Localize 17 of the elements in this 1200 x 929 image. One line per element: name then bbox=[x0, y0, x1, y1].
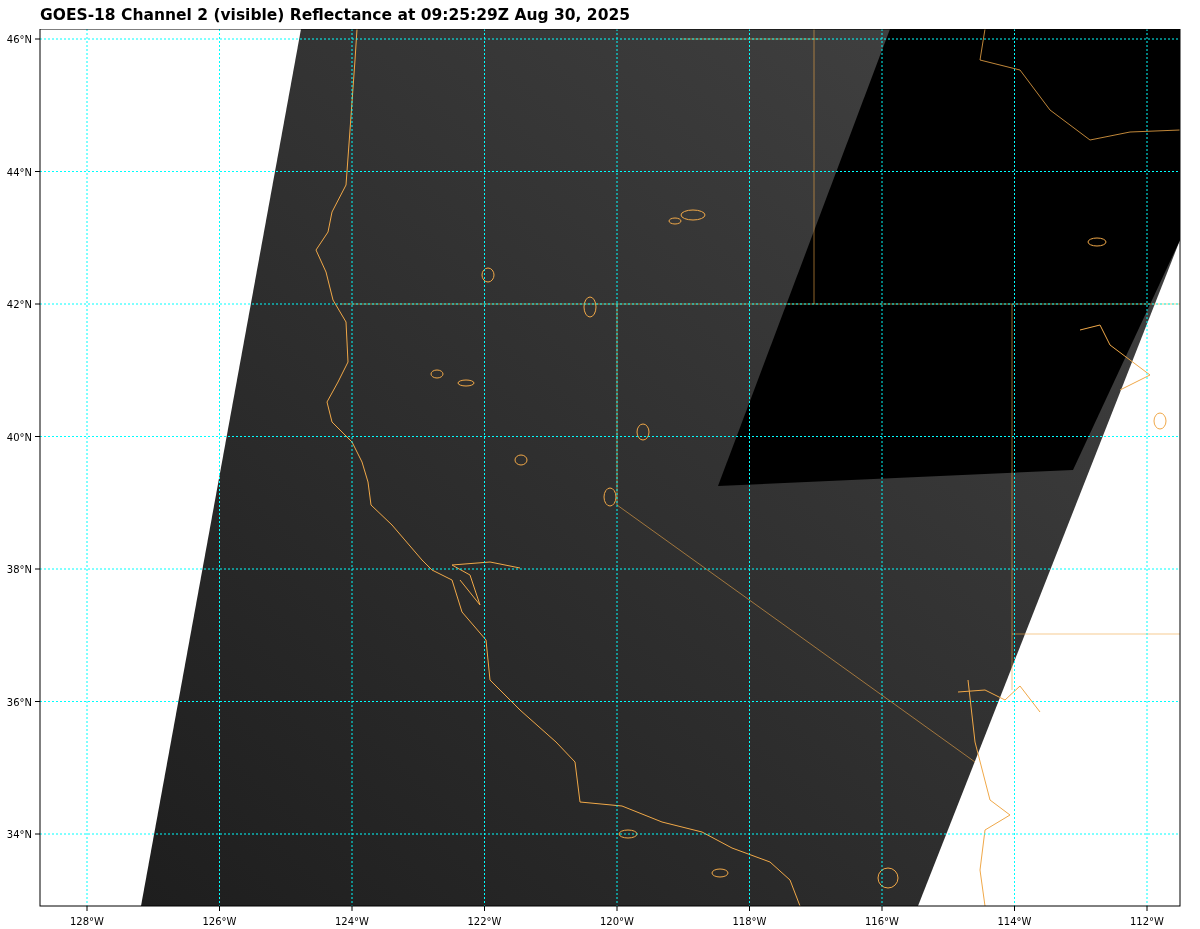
longitude-label: 128°W bbox=[70, 916, 104, 927]
longitude-label: 114°W bbox=[997, 916, 1032, 927]
latitude-label: 34°N bbox=[6, 829, 32, 840]
longitude-label: 120°W bbox=[600, 916, 634, 927]
latitude-label: 46°N bbox=[6, 34, 32, 45]
latitude-label: 36°N bbox=[6, 696, 32, 708]
longitude-label: 126°W bbox=[202, 916, 237, 927]
longitude-label: 118°W bbox=[732, 916, 767, 927]
latitude-label: 42°N bbox=[6, 299, 32, 310]
longitude-label: 122°W bbox=[467, 916, 502, 927]
longitude-label: 116°W bbox=[865, 916, 899, 927]
chart-title: GOES-18 Channel 2 (visible) Reflectance at 09:25:29Z Aug 30, 2025 bbox=[39, 5, 631, 26]
longitude-label: 112°W bbox=[1130, 916, 1164, 927]
latitude-label: 38°N bbox=[6, 564, 32, 575]
latitude-label: 44°N bbox=[6, 166, 32, 178]
latitude-label: 40°N bbox=[6, 431, 32, 443]
longitude-label: 124°W bbox=[335, 916, 369, 927]
